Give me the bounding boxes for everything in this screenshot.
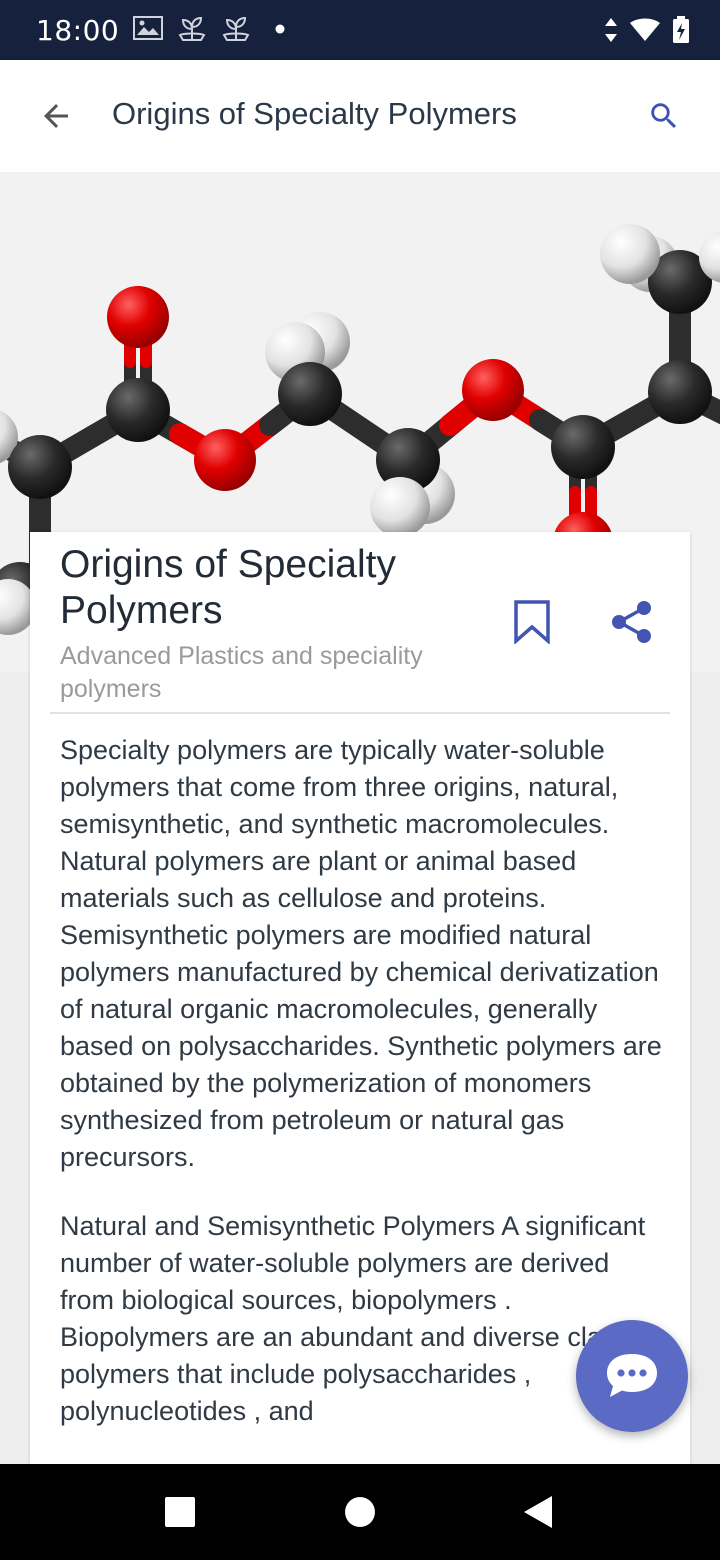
search-icon [651, 103, 677, 129]
status-bar: 18:00 [0, 0, 720, 60]
circle-home-icon [345, 1497, 375, 1527]
photo-icon [133, 15, 164, 46]
search-button[interactable] [636, 88, 692, 144]
plant-icon [221, 13, 251, 48]
chat-fab-button[interactable] [576, 1320, 688, 1432]
dot-icon [275, 21, 285, 39]
share-button[interactable] [608, 598, 656, 646]
article-paragraph: Natural and Semisynthetic Polymers A sig… [60, 1211, 659, 1426]
triangle-back-icon [524, 1496, 552, 1528]
bookmark-button[interactable] [508, 598, 556, 646]
chat-bubble-icon [607, 1354, 657, 1397]
status-time: 18:00 [36, 13, 120, 47]
wifi-icon [630, 18, 660, 47]
app-bar: Origins of Specialty Polymers [0, 60, 720, 172]
app-bar-title: Origins of Specialty Polymers [112, 96, 517, 131]
square-recents-icon [165, 1497, 195, 1527]
article-subtitle: Advanced Plastics and speciality polymer… [60, 642, 423, 703]
recents-button[interactable] [152, 1484, 208, 1540]
article-card: Origins of Specialty Polymers Advanced P… [30, 532, 690, 1464]
article-title: Origins of Specialty Polymers [60, 543, 396, 632]
back-button[interactable] [28, 88, 84, 144]
arrow-left-icon [44, 104, 68, 128]
back-nav-button[interactable] [510, 1484, 566, 1540]
article-body: Specialty polymers are typically water-s… [60, 732, 666, 1462]
article-paragraph: Specialty polymers are typically water-s… [60, 735, 662, 1172]
plant-icon [177, 13, 207, 48]
home-button[interactable] [332, 1484, 388, 1540]
share-icon [612, 601, 651, 643]
data-arrows-icon [604, 17, 618, 48]
battery-charging-icon [672, 16, 690, 49]
bookmark-icon [514, 600, 550, 644]
system-nav-bar [0, 1464, 720, 1560]
divider [50, 712, 670, 714]
